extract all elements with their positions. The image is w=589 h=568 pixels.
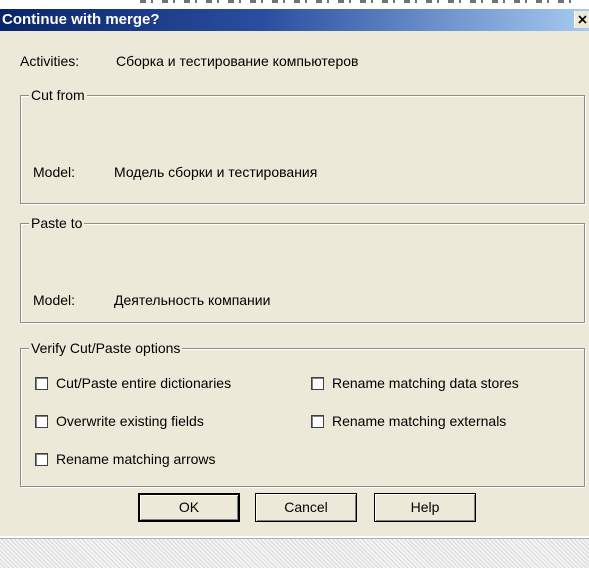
checkbox[interactable] xyxy=(311,414,324,428)
checkbox[interactable] xyxy=(35,414,48,428)
paste-to-model-value: Деятельность компании xyxy=(114,292,271,308)
option-label: Cut/Paste entire dictionaries xyxy=(56,375,232,391)
cut-from-model-value: Модель сборки и тестирования xyxy=(114,164,318,180)
title-bar[interactable]: Continue with merge? xyxy=(0,9,589,31)
option-rename-data-stores[interactable]: Rename matching data stores xyxy=(311,375,519,391)
checkbox[interactable] xyxy=(35,452,48,466)
cut-from-legend: Cut from xyxy=(29,87,87,103)
close-icon xyxy=(577,15,587,24)
page-background-strip xyxy=(0,538,589,568)
option-cut-paste-dictionaries[interactable]: Cut/Paste entire dictionaries xyxy=(35,375,231,391)
checkbox[interactable] xyxy=(311,376,324,390)
cut-from-group: Cut from Model: Модель сборки и тестиров… xyxy=(20,87,585,204)
cut-from-model-label: Model: xyxy=(33,164,76,180)
dialog-title: Continue with merge? xyxy=(2,11,160,28)
option-label: Rename matching externals xyxy=(332,413,507,429)
paste-to-model-label: Model: xyxy=(33,292,76,308)
paste-to-group: Paste to Model: Деятельность компании xyxy=(20,215,585,323)
activities-value: Сборка и тестирование компьютеров xyxy=(116,53,359,69)
activities-label: Activities: xyxy=(20,53,80,69)
option-label: Overwrite existing fields xyxy=(56,413,204,429)
cropped-document-text xyxy=(0,0,589,8)
option-label: Rename matching data stores xyxy=(332,375,519,391)
option-rename-externals[interactable]: Rename matching externals xyxy=(311,413,506,429)
option-label: Rename matching arrows xyxy=(56,451,216,467)
verify-options-group: Verify Cut/Paste options Cut/Paste entir… xyxy=(20,340,585,487)
ok-button[interactable]: OK xyxy=(138,493,240,522)
merge-dialog: Continue with merge? Activities: Сборка … xyxy=(0,9,589,536)
option-rename-arrows[interactable]: Rename matching arrows xyxy=(35,451,216,467)
cancel-button[interactable]: Cancel xyxy=(255,493,357,522)
paste-to-legend: Paste to xyxy=(29,215,85,231)
option-overwrite-fields[interactable]: Overwrite existing fields xyxy=(35,413,204,429)
verify-options-legend: Verify Cut/Paste options xyxy=(29,340,183,356)
checkbox[interactable] xyxy=(35,376,48,390)
close-button[interactable] xyxy=(574,11,589,28)
help-button[interactable]: Help xyxy=(374,493,476,522)
